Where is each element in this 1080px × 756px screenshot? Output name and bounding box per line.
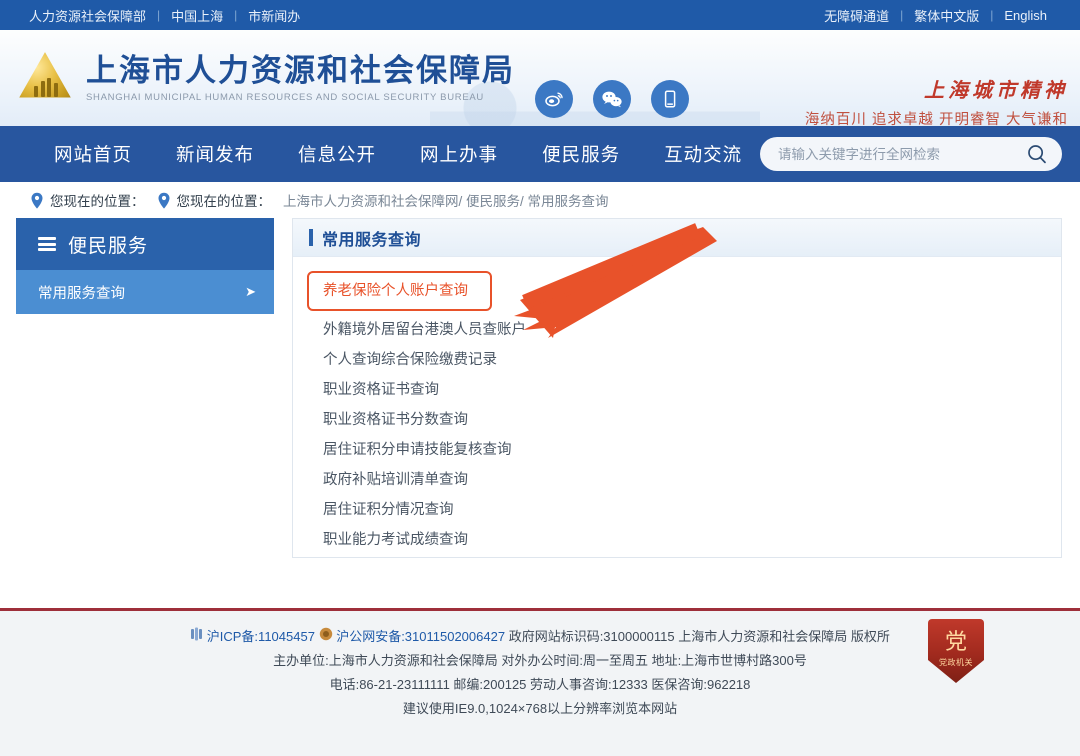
mobile-icon[interactable]: [651, 80, 689, 118]
main-navigation: 网站首页 新闻发布 信息公开 网上办事 便民服务 互动交流: [0, 126, 1080, 182]
breadcrumb-label-2: 您现在的位置：: [176, 194, 272, 209]
site-footer: 沪ICP备:11045457 沪公网安备:31011502006427 政府网站…: [0, 608, 1080, 756]
nav-item-public-services[interactable]: 便民服务: [520, 141, 642, 167]
footer-line-3: 电话:86-21-23111111 邮编:200125 劳动人事咨询:12333…: [329, 677, 751, 692]
toplink-english[interactable]: English: [993, 8, 1058, 23]
breadcrumb: 您现在的位置： 您现在的位置： 上海市人力资源和社会保障网/ 便民服务/ 常用服…: [0, 182, 1080, 218]
toplink-press-office[interactable]: 市新闻办: [237, 6, 311, 25]
top-right-links: 无障碍通道 | 繁体中文版 | English: [813, 6, 1058, 25]
nav-item-news[interactable]: 新闻发布: [154, 141, 276, 167]
footer-line-2: 主办单位:上海市人力资源和社会保障局 对外办公时间:周一至周五 地址:上海市世博…: [273, 653, 807, 668]
footer-line-1: 沪ICP备:11045457 沪公网安备:31011502006427 政府网站…: [0, 625, 1080, 649]
location-pin-icon: [157, 192, 171, 209]
government-seal-badge[interactable]: 党 党政机关: [928, 619, 984, 683]
sidebar-item-label: 常用服务查询: [38, 285, 125, 302]
list-item-vocational-exam-score[interactable]: 职业能力考试成绩查询: [323, 525, 1061, 555]
top-left-links: 人力资源社会保障部 | 中国上海 | 市新闻办: [18, 6, 311, 25]
highlighted-service-box[interactable]: 养老保险个人账户查询: [307, 271, 492, 311]
toplink-mohrss[interactable]: 人力资源社会保障部: [18, 6, 157, 25]
panel-header: 常用服务查询: [293, 219, 1061, 257]
nav-item-disclosure[interactable]: 信息公开: [276, 141, 398, 167]
city-spirit-slogan: 上海城市精神 海纳百川 追求卓越 开明睿智 大气谦和: [805, 74, 1068, 126]
search-input[interactable]: [778, 146, 1026, 162]
panel-accent-bar: [309, 229, 313, 246]
nav-items: 网站首页 新闻发布 信息公开 网上办事 便民服务 互动交流: [0, 141, 764, 167]
seal-glyph: 党: [944, 628, 967, 654]
weibo-icon[interactable]: [535, 80, 573, 118]
sidebar-filler: [16, 314, 274, 542]
list-item-vocational-certificate-score[interactable]: 职业资格证书分数查询: [323, 405, 1061, 435]
nav-item-online-services[interactable]: 网上办事: [398, 141, 520, 167]
slogan-title: 上海城市精神: [924, 80, 1068, 102]
brand-title-cn: 上海市人力资源和社会保障局: [86, 53, 515, 89]
sidebar-header-label: 便民服务: [68, 235, 149, 257]
page-content: 便民服务 常用服务查询 ➤ 常用服务查询 养老保险个人账户查询 外籍境外居留台港…: [0, 218, 1080, 596]
main-panel: 常用服务查询 养老保险个人账户查询 外籍境外居留台港澳人员查账户 个人查询综合保…: [292, 218, 1062, 558]
seal-text: 党政机关: [939, 657, 973, 667]
footer-line-1-rest: 政府网站标识码:3100000115 上海市人力资源和社会保障局 版权所: [508, 629, 890, 644]
list-item-residence-permit-points[interactable]: 居住证积分情况查询: [323, 495, 1061, 525]
toplink-china-shanghai[interactable]: 中国上海: [160, 6, 234, 25]
site-brand[interactable]: 上海市人力资源和社会保障局 SHANGHAI MUNICIPAL HUMAN R…: [0, 49, 515, 107]
toplink-traditional-chinese[interactable]: 繁体中文版: [903, 6, 990, 25]
police-badge-icon: [319, 627, 333, 641]
breadcrumb-label-1: 您现在的位置：: [50, 194, 145, 209]
list-item-pension-account-query[interactable]: 养老保险个人账户查询: [323, 276, 468, 306]
footer-line-4: 建议使用IE9.0,1024×768以上分辨率浏览本网站: [402, 701, 678, 716]
page-title: 常用服务查询: [322, 231, 422, 249]
sidebar: 便民服务 常用服务查询 ➤: [16, 218, 274, 596]
toplink-accessibility[interactable]: 无障碍通道: [813, 6, 900, 25]
brand-text: 上海市人力资源和社会保障局 SHANGHAI MUNICIPAL HUMAN R…: [86, 53, 515, 103]
nav-item-interaction[interactable]: 互动交流: [642, 141, 764, 167]
list-item-residence-permit-skill-review[interactable]: 居住证积分申请技能复核查询: [323, 435, 1061, 465]
list-item-government-subsidy-training[interactable]: 政府补贴培训清单查询: [323, 465, 1061, 495]
chevron-right-icon: ➤: [245, 284, 256, 299]
sidebar-header: 便民服务: [16, 218, 274, 270]
sidebar-item-common-services[interactable]: 常用服务查询 ➤: [16, 270, 274, 314]
wechat-icon[interactable]: [593, 80, 631, 118]
nav-item-home[interactable]: 网站首页: [32, 141, 154, 167]
brand-title-en: SHANGHAI MUNICIPAL HUMAN RESOURCES AND S…: [86, 91, 484, 103]
social-icon-group: [535, 80, 689, 118]
list-icon: [38, 237, 56, 251]
list-item-comprehensive-insurance-records[interactable]: 个人查询综合保险缴费记录: [323, 345, 1061, 375]
service-list: 养老保险个人账户查询 外籍境外居留台港澳人员查账户 个人查询综合保险缴费记录 职…: [293, 257, 1061, 555]
search-icon[interactable]: [1026, 143, 1048, 165]
icp-icon: [190, 627, 203, 641]
list-item-vocational-certificate[interactable]: 职业资格证书查询: [323, 375, 1061, 405]
breadcrumb-path[interactable]: 上海市人力资源和社会保障网/ 便民服务/ 常用服务查询: [283, 190, 609, 210]
footer-police-link[interactable]: 沪公网安备:31011502006427: [336, 629, 505, 644]
top-utility-bar: 人力资源社会保障部 | 中国上海 | 市新闻办 无障碍通道 | 繁体中文版 | …: [0, 0, 1080, 30]
search-box[interactable]: [760, 137, 1062, 171]
footer-icp-link[interactable]: 沪ICP备:11045457: [207, 629, 315, 644]
location-pin-icon: [30, 192, 44, 209]
list-item-foreign-resident-account[interactable]: 外籍境外居留台港澳人员查账户: [323, 315, 1061, 345]
golden-triangle-emblem-icon: [14, 49, 76, 107]
site-header: 上海市人力资源和社会保障局 SHANGHAI MUNICIPAL HUMAN R…: [0, 30, 1080, 126]
slogan-text: 海纳百川 追求卓越 开明睿智 大气谦和: [804, 112, 1068, 126]
